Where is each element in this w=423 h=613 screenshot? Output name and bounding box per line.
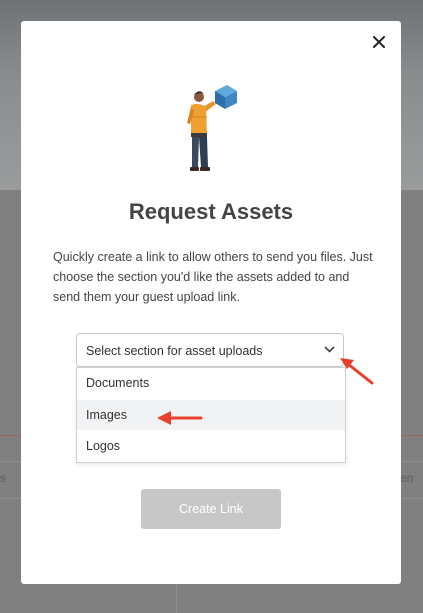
modal-title: Request Assets bbox=[128, 199, 294, 224]
option-label: Documents bbox=[86, 376, 150, 390]
section-select[interactable]: Select section for asset uploads bbox=[76, 333, 344, 367]
section-dropdown-menu: Documents Images Logos bbox=[76, 367, 346, 463]
request-assets-modal: Request Assets Quickly create a link to … bbox=[21, 21, 401, 584]
person-holding-box-illustration bbox=[187, 85, 237, 171]
close-button[interactable] bbox=[370, 33, 388, 51]
chevron-down-icon bbox=[324, 346, 335, 353]
create-link-button[interactable]: Create Link bbox=[141, 489, 281, 529]
option-documents[interactable]: Documents bbox=[77, 368, 345, 398]
option-label: Logos bbox=[86, 439, 121, 453]
modal-description: Quickly create a link to allow others to… bbox=[53, 250, 373, 304]
section-select-placeholder: Select section for asset uploads bbox=[86, 344, 263, 358]
option-images[interactable]: Images bbox=[77, 400, 345, 430]
background-text-left: s bbox=[0, 471, 6, 485]
close-icon bbox=[373, 36, 385, 48]
option-label: Images bbox=[86, 408, 127, 422]
background-text-right: en bbox=[400, 471, 414, 485]
option-logos[interactable]: Logos bbox=[77, 431, 345, 461]
